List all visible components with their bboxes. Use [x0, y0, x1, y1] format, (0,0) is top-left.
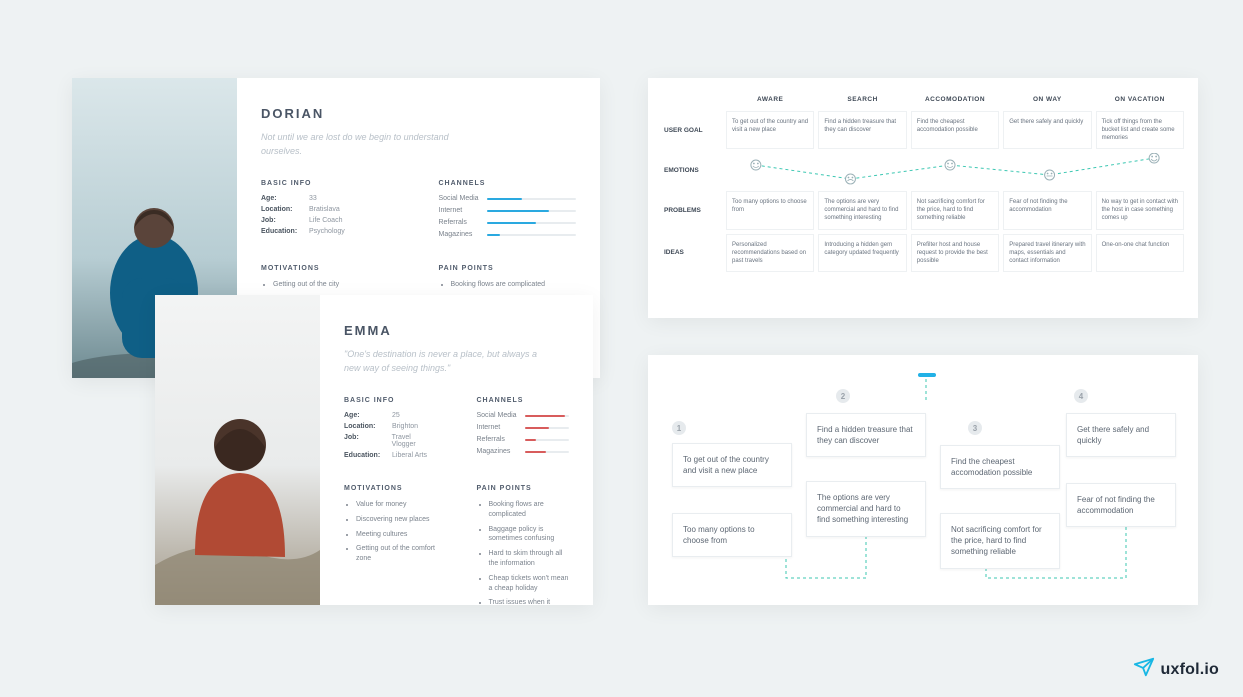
channel-bar: Social Media: [439, 195, 577, 202]
journey-stage: SEARCH: [818, 92, 906, 107]
channel-bar: Internet: [477, 424, 570, 431]
journey-row-label: PROBLEMS: [662, 191, 722, 229]
journey-stage: ACCOMODATION: [911, 92, 999, 107]
section-heading: CHANNELS: [477, 397, 570, 404]
info-row: Education:Psychology: [261, 228, 399, 235]
section-heading: CHANNELS: [439, 180, 577, 187]
channel-bar: Referrals: [439, 219, 577, 226]
journey-cell: Introducing a hidden gem category update…: [818, 234, 906, 272]
list-item: Booking flows are complicated: [489, 500, 570, 520]
journey-cell: No way to get in contact with the host i…: [1096, 191, 1184, 229]
step-badge: 2: [836, 389, 850, 403]
info-row: Location:Brighton: [344, 423, 437, 430]
list-item: Baggage policy is sometimes confusing: [489, 525, 570, 545]
paper-plane-icon: [1133, 656, 1155, 683]
step-badge: 4: [1074, 389, 1088, 403]
section-heading: PAIN POINTS: [439, 265, 577, 272]
info-row: Age:25: [344, 412, 437, 419]
channel-bar: Referrals: [477, 436, 570, 443]
journey-row-label: IDEAS: [662, 234, 722, 272]
user-flow: 1 2 3 4 To get out of the country and vi…: [648, 355, 1198, 605]
section-heading: PAIN POINTS: [477, 485, 570, 492]
info-row: Location:Bratislava: [261, 206, 399, 213]
persona-name: EMMA: [344, 323, 569, 338]
flow-card: Get there safely and quickly: [1066, 413, 1176, 457]
journey-cell: Prepared travel itinerary with maps, ess…: [1003, 234, 1091, 272]
journey-stage: ON VACATION: [1096, 92, 1184, 107]
journey-row-label: EMOTIONS: [662, 153, 722, 187]
brand-name: uxfol.io: [1161, 661, 1219, 679]
step-badge: 3: [968, 421, 982, 435]
section-heading: MOTIVATIONS: [261, 265, 399, 272]
section-heading: MOTIVATIONS: [344, 485, 437, 492]
flow-card: Fear of not finding the accommodation: [1066, 483, 1176, 527]
persona-quote: Not until we are lost do we begin to und…: [261, 131, 461, 158]
list-item: Cheap tickets won't mean a cheap holiday: [489, 574, 570, 594]
flow-card: To get out of the country and visit a ne…: [672, 443, 792, 487]
flow-chip-icon: [918, 373, 936, 377]
persona-photo: [155, 295, 320, 605]
journey-cell: Too many options to choose from: [726, 191, 814, 229]
flow-card: Find a hidden treasure that they can dis…: [806, 413, 926, 457]
info-row: Age:33: [261, 195, 399, 202]
section-heading: BASIC INFO: [344, 397, 437, 404]
flow-card: The options are very commercial and hard…: [806, 481, 926, 537]
journey-cell: Not sacrificing comfort for the price, h…: [911, 191, 999, 229]
journey-cell: Personalized recommendations based on pa…: [726, 234, 814, 272]
info-row: Job:Life Coach: [261, 217, 399, 224]
info-row: Education:Liberal Arts: [344, 452, 437, 459]
journey-cell: To get out of the country and visit a ne…: [726, 111, 814, 149]
list-item: Trust issues when it comes to booking an…: [489, 598, 570, 605]
flow-card: Find the cheapest accomodation possible: [940, 445, 1060, 489]
journey-cell: Find the cheapest accomodation possible: [911, 111, 999, 149]
section-heading: BASIC INFO: [261, 180, 399, 187]
flow-card: Too many options to choose from: [672, 513, 792, 557]
list-item: Value for money: [356, 500, 437, 510]
journey-cell: The options are very commercial and hard…: [818, 191, 906, 229]
list-item: Booking flows are complicated: [451, 280, 577, 290]
list-item: Getting out of the city: [273, 280, 399, 290]
flow-card: Not sacrificing comfort for the price, h…: [940, 513, 1060, 569]
channel-bar: Internet: [439, 207, 577, 214]
list-item: Hard to skim through all the information: [489, 549, 570, 569]
journey-map: AWARE SEARCH ACCOMODATION ON WAY ON VACA…: [648, 78, 1198, 318]
list-item: Discovering new places: [356, 515, 437, 525]
journey-stage: ON WAY: [1003, 92, 1091, 107]
persona-name: DORIAN: [261, 106, 576, 121]
persona-quote: "One's destination is never a place, but…: [344, 348, 544, 375]
list-item: Getting out of the comfort zone: [356, 544, 437, 564]
channel-bar: Magazines: [477, 448, 570, 455]
step-badge: 1: [672, 421, 686, 435]
journey-cell: Prefilter host and house request to prov…: [911, 234, 999, 272]
channel-bar: Magazines: [439, 231, 577, 238]
journey-cell: Tick off things from the bucket list and…: [1096, 111, 1184, 149]
journey-stage: AWARE: [726, 92, 814, 107]
journey-row-label: USER GOAL: [662, 111, 722, 149]
persona-card-emma: EMMA "One's destination is never a place…: [155, 295, 593, 605]
journey-cell: Get there safely and quickly: [1003, 111, 1091, 149]
journey-cell: Fear of not finding the accommodation: [1003, 191, 1091, 229]
journey-cell: Find a hidden treasure that they can dis…: [818, 111, 906, 149]
list-item: Meeting cultures: [356, 530, 437, 540]
journey-cell: One-on-one chat function: [1096, 234, 1184, 272]
channel-bar: Social Media: [477, 412, 570, 419]
brand-logo: uxfol.io: [1133, 656, 1219, 683]
info-row: Job:Travel Vlogger: [344, 434, 437, 448]
emotion-chart: [726, 153, 1184, 187]
